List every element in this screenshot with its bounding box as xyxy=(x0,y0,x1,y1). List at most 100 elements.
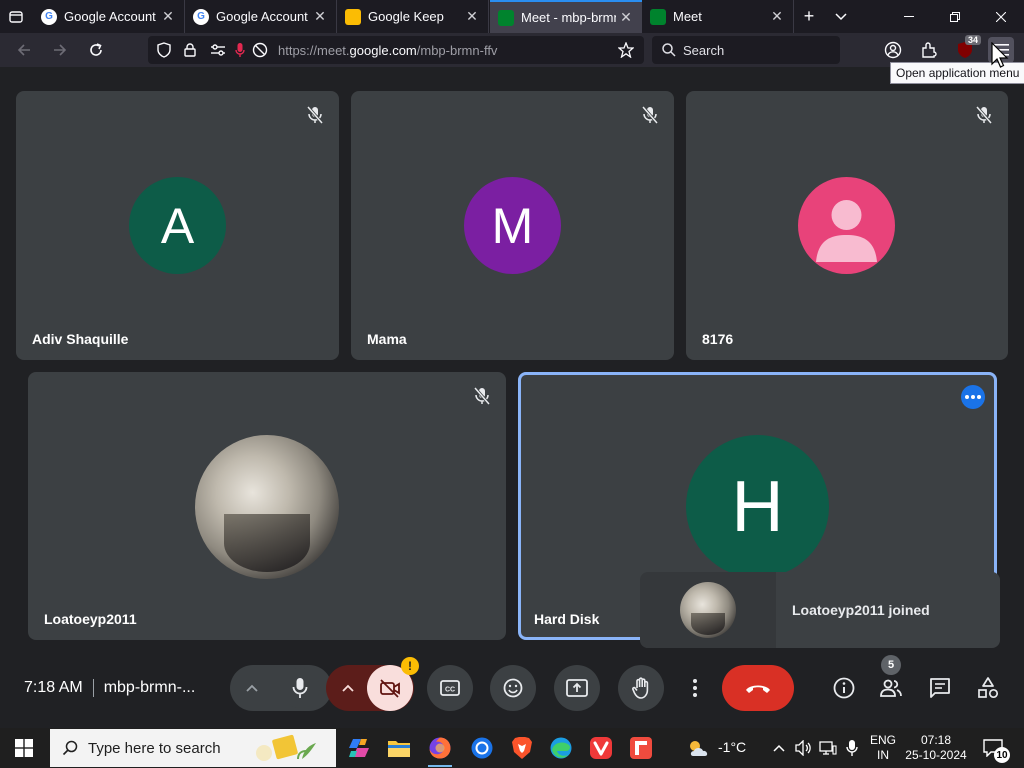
notification-center-button[interactable]: 10 xyxy=(982,737,1010,763)
participant-name: Loatoeyp2011 xyxy=(44,611,137,627)
url-bar[interactable]: https://meet.google.com/mbp-brmn-ffv xyxy=(148,36,644,64)
clock-time: 07:18 xyxy=(920,733,952,747)
minimize-icon[interactable] xyxy=(886,0,932,33)
weather-icon[interactable] xyxy=(686,732,712,764)
close-tab-icon[interactable]: ✕ xyxy=(462,7,482,27)
close-tab-icon[interactable]: ✕ xyxy=(158,7,178,27)
present-screen-button[interactable] xyxy=(554,665,600,711)
brave-icon[interactable] xyxy=(506,732,538,764)
people-button[interactable]: 5 xyxy=(878,655,904,701)
more-options-button[interactable] xyxy=(680,665,710,711)
new-tab-icon[interactable]: + xyxy=(794,0,824,33)
mouse-cursor-icon xyxy=(991,42,1009,68)
show-hidden-icons-chevron-icon[interactable] xyxy=(768,732,790,764)
tab-title: Google Account xyxy=(64,9,156,24)
close-window-icon[interactable] xyxy=(978,0,1024,33)
url-prefix: https://meet. xyxy=(278,43,350,58)
participant-tile-adiv[interactable]: A Adiv Shaquille xyxy=(16,91,339,360)
taskbar-search-placeholder: Type here to search xyxy=(88,739,221,757)
flipboard-app-icon[interactable] xyxy=(625,732,657,764)
activities-button[interactable] xyxy=(975,675,1001,701)
copilot-icon[interactable] xyxy=(343,732,375,764)
bookmark-star-icon[interactable] xyxy=(618,42,634,58)
forward-arrow-icon[interactable] xyxy=(46,37,74,63)
camera-warning-badge: ! xyxy=(401,657,419,675)
microphone-button[interactable] xyxy=(280,668,320,708)
speaker-volume-icon[interactable] xyxy=(792,732,816,764)
info-icon xyxy=(833,677,855,699)
profile-photo-avatar xyxy=(195,435,339,579)
people-count-badge: 5 xyxy=(881,655,901,675)
chat-icon xyxy=(930,678,950,698)
url-text[interactable]: https://meet.google.com/mbp-brmn-ffv xyxy=(278,43,497,58)
participant-name: 8176 xyxy=(702,331,734,347)
windows-taskbar: Type here to search -1°C ENG IN 07:18 25… xyxy=(0,728,1024,768)
taskbar-search-box[interactable]: Type here to search xyxy=(50,729,336,767)
reload-icon[interactable] xyxy=(82,37,110,63)
file-explorer-icon[interactable] xyxy=(383,732,415,764)
search-bar[interactable]: Search xyxy=(652,36,840,64)
participant-name: Mama xyxy=(367,331,407,347)
audio-options-chevron-icon[interactable] xyxy=(246,679,258,697)
more-vert-icon xyxy=(693,679,697,697)
search-icon xyxy=(662,43,676,57)
input-language-indicator[interactable]: ENG IN xyxy=(868,733,898,763)
more-options-button[interactable] xyxy=(961,385,985,409)
avatar: H xyxy=(686,435,829,578)
tracking-protection-shield-icon[interactable] xyxy=(156,42,172,58)
close-tab-icon[interactable]: ✕ xyxy=(616,8,636,28)
camera-blocked-icon[interactable] xyxy=(252,42,268,58)
account-icon[interactable] xyxy=(880,37,906,63)
video-options-chevron-icon[interactable] xyxy=(342,679,354,697)
avatar: M xyxy=(464,177,561,274)
vivaldi-icon[interactable] xyxy=(585,732,617,764)
network-icon[interactable] xyxy=(816,732,840,764)
list-all-tabs-icon[interactable] xyxy=(0,0,32,33)
divider xyxy=(92,679,94,697)
profile-photo-avatar xyxy=(680,582,736,638)
url-path: /mbp-brmn-ffv xyxy=(416,43,498,58)
meeting-code: mbp-brmn-... xyxy=(103,679,196,697)
close-tab-icon[interactable]: ✕ xyxy=(767,7,787,27)
camera-off-icon xyxy=(380,679,400,698)
captions-button[interactable]: CC xyxy=(427,665,473,711)
firefox-icon[interactable] xyxy=(424,732,456,767)
participant-tile-8176[interactable]: 8176 xyxy=(686,91,1008,360)
reactions-button[interactable] xyxy=(490,665,536,711)
edge-icon[interactable] xyxy=(545,732,577,764)
camera-off-button[interactable]: ! xyxy=(367,657,419,711)
ublock-extension-icon[interactable]: 34 xyxy=(952,35,981,63)
tab-google-keep[interactable]: Google Keep ✕ xyxy=(337,0,489,33)
meet-icon xyxy=(498,9,514,26)
windows-logo-icon xyxy=(15,739,33,757)
present-screen-icon xyxy=(566,679,588,697)
tab-google-account-2[interactable]: G Google Account ✕ xyxy=(185,0,337,33)
close-tab-icon[interactable]: ✕ xyxy=(310,7,330,27)
tab-overflow-chevron-icon[interactable] xyxy=(826,0,856,33)
participant-tile-mama[interactable]: M Mama xyxy=(351,91,674,360)
taskbar-clock[interactable]: 07:18 25-10-2024 xyxy=(902,733,970,763)
url-host: google.com xyxy=(349,43,417,58)
participant-tile-loatoeyp2011[interactable]: Loatoeyp2011 xyxy=(28,372,506,640)
chat-button[interactable] xyxy=(927,675,953,701)
search-highlight-icon xyxy=(256,734,316,761)
weather-temperature[interactable]: -1°C xyxy=(718,740,746,755)
back-arrow-icon[interactable] xyxy=(10,37,38,63)
lock-icon[interactable] xyxy=(182,42,198,58)
microphone-in-use-icon[interactable] xyxy=(840,732,864,764)
microphone-active-icon[interactable] xyxy=(232,42,248,58)
join-notification-toast: Loatoeyp2011 joined xyxy=(640,572,1000,648)
tab-meet[interactable]: Meet ✕ xyxy=(642,0,794,33)
extensions-icon[interactable] xyxy=(916,37,942,63)
start-button[interactable] xyxy=(0,728,48,768)
restore-icon[interactable] xyxy=(932,0,978,33)
permissions-icon[interactable] xyxy=(210,42,226,58)
meeting-details-button[interactable] xyxy=(831,675,857,701)
tab-google-account-1[interactable]: G Google Account ✕ xyxy=(33,0,185,33)
tab-meet-active[interactable]: Meet - mbp-brmn ✕ xyxy=(490,0,642,33)
activities-shapes-icon xyxy=(978,677,999,699)
raise-hand-button[interactable] xyxy=(618,665,664,711)
chrome-icon[interactable] xyxy=(466,732,498,764)
notification-count: 10 xyxy=(994,747,1010,763)
leave-call-button[interactable] xyxy=(722,665,794,711)
